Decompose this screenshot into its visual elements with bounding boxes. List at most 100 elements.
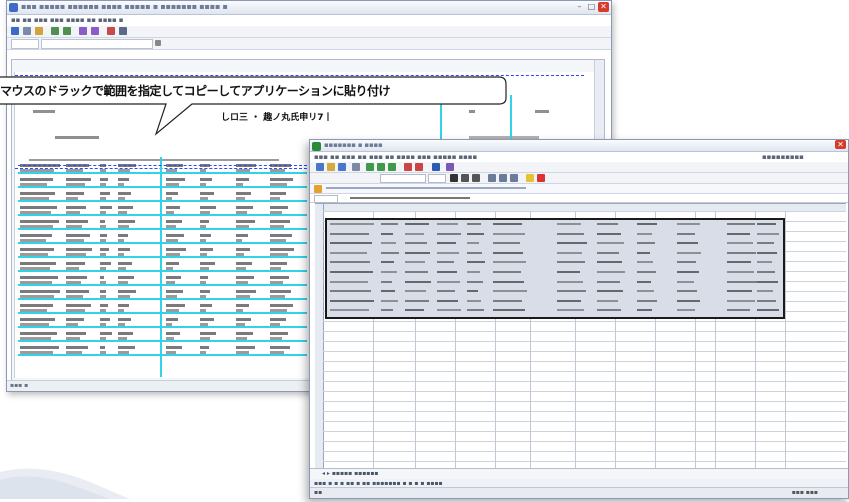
font-color-icon[interactable] <box>537 174 545 182</box>
spreadsheet-grid[interactable] <box>315 203 846 502</box>
table-cell-text <box>118 304 129 307</box>
zoom-in-icon[interactable] <box>51 27 59 35</box>
tab-document[interactable] <box>41 39 153 49</box>
fill-color-icon[interactable] <box>526 174 534 182</box>
table-cell-text <box>100 220 105 223</box>
menu-bar[interactable]: ▪▪ ▪▪ ▪▪▪ ▪▪▪ ▪▪▪▪ ▪▪ ▪▪▪▪ ▪ <box>11 16 124 24</box>
cell-text <box>637 271 656 273</box>
table-cell-text <box>200 276 208 279</box>
table-cell-text <box>200 220 209 223</box>
grid-row-line <box>323 351 846 352</box>
maximize-icon[interactable]: □ <box>586 2 597 12</box>
cell-text <box>405 232 424 235</box>
page-prev-icon[interactable] <box>79 27 87 35</box>
print-icon[interactable] <box>35 27 43 35</box>
table-cell-text <box>166 332 180 335</box>
document-heading: しロ三 ・ 趣ノ丸氏申リ7丨 <box>221 113 333 123</box>
cell-text <box>467 271 480 273</box>
undo-icon[interactable] <box>404 163 412 171</box>
copy-icon[interactable] <box>377 163 385 171</box>
zoom-out-icon[interactable] <box>63 27 71 35</box>
cell-text <box>330 280 368 283</box>
table-cell-text <box>20 206 57 209</box>
select-icon[interactable] <box>107 27 115 35</box>
print-icon[interactable] <box>352 163 360 171</box>
cell-text <box>757 271 775 273</box>
name-box[interactable] <box>314 195 338 203</box>
sheet-tabs[interactable]: ◂ ▸ ▪▪▪▪▪ ▪▪▪▪▪▪ <box>310 468 848 479</box>
help-search-box[interactable]: ▪▪▪▪▪▪▪▪▪ <box>762 153 804 161</box>
cell-text <box>637 290 654 293</box>
font-select[interactable] <box>380 174 426 183</box>
table-cell-text <box>66 323 78 326</box>
paste-icon[interactable] <box>388 163 396 171</box>
italic-icon[interactable] <box>461 174 469 182</box>
table-cell-text <box>118 206 133 209</box>
font-size-select[interactable] <box>428 174 446 183</box>
pasted-range[interactable] <box>325 218 785 319</box>
table-cell-text <box>118 262 132 265</box>
close-tab-icon[interactable] <box>155 40 161 46</box>
text-tool-icon[interactable] <box>119 27 127 35</box>
cut-icon[interactable] <box>366 163 374 171</box>
table-cell-text <box>118 346 135 349</box>
close-icon[interactable]: ✕ <box>598 2 609 12</box>
save-icon[interactable] <box>338 163 346 171</box>
table-cell-text <box>200 332 216 335</box>
align-center-icon[interactable] <box>499 174 507 182</box>
table-cell-text <box>118 234 128 237</box>
table-cell-text <box>236 346 255 349</box>
table-row-line <box>18 186 307 188</box>
table-cell-text <box>200 351 206 354</box>
open-icon[interactable] <box>11 27 19 35</box>
table-cell-text <box>166 262 179 265</box>
table-cell-text <box>270 281 283 284</box>
table-cell-text <box>270 239 286 242</box>
table-cell-text <box>236 239 242 242</box>
underline-icon[interactable] <box>472 174 480 182</box>
cell-text <box>677 280 694 283</box>
grid-row-line <box>323 401 846 402</box>
cell-text <box>677 251 701 254</box>
align-right-icon[interactable] <box>510 174 518 182</box>
table-column-line <box>160 157 162 377</box>
table-cell-text <box>270 304 293 307</box>
table-cell-text <box>118 309 124 312</box>
tab-bar <box>7 38 611 50</box>
save-icon[interactable] <box>23 27 31 35</box>
align-left-icon[interactable] <box>488 174 496 182</box>
table-cell-text <box>66 281 81 284</box>
table-cell-text <box>66 332 86 335</box>
cell-text <box>727 309 750 312</box>
redo-icon[interactable] <box>415 163 423 171</box>
cell-text <box>557 232 584 235</box>
cell-text <box>381 223 398 225</box>
open-icon[interactable] <box>327 163 335 171</box>
table-cell-text <box>100 206 112 209</box>
table-cell-text <box>200 267 209 270</box>
table-cell-text <box>66 211 80 214</box>
close-icon[interactable]: ✕ <box>835 140 846 149</box>
table-cell-text <box>20 309 47 312</box>
tab-file[interactable] <box>11 39 39 49</box>
table-cell-text <box>20 346 59 349</box>
minimize-icon[interactable]: – <box>574 2 585 12</box>
menu-bar[interactable]: ▪▪▪ ▪▪ ▪▪▪ ▪▪ ▪▪▪ ▪▪ ▪▪▪▪ ▪▪▪ ▪▪▪▪▪ ▪▪▪▪ <box>314 153 477 161</box>
table-cell-text <box>200 309 206 312</box>
comment-icon[interactable] <box>314 185 322 193</box>
cell-text <box>330 242 372 245</box>
cell-text <box>597 223 618 225</box>
formula-input[interactable] <box>350 197 470 199</box>
table-cell-text <box>166 225 176 228</box>
bold-icon[interactable] <box>450 174 458 182</box>
sum-icon[interactable] <box>432 163 440 171</box>
new-icon[interactable] <box>316 163 324 171</box>
table-cell-text <box>66 220 88 223</box>
chart-icon[interactable] <box>446 163 454 171</box>
table-cell-text <box>270 337 282 340</box>
page-next-icon[interactable] <box>91 27 99 35</box>
table-cell-text <box>66 197 78 200</box>
window-title: ▪▪▪ ▪▪▪▪▪ ▪▪▪▪▪▪ ▪▪▪▪ ▪▪▪▪▪ ▪ ▪▪▪▪▪▪▪ ▪▪… <box>21 2 228 11</box>
table-cell-text <box>200 169 206 172</box>
cell-text <box>557 290 586 293</box>
